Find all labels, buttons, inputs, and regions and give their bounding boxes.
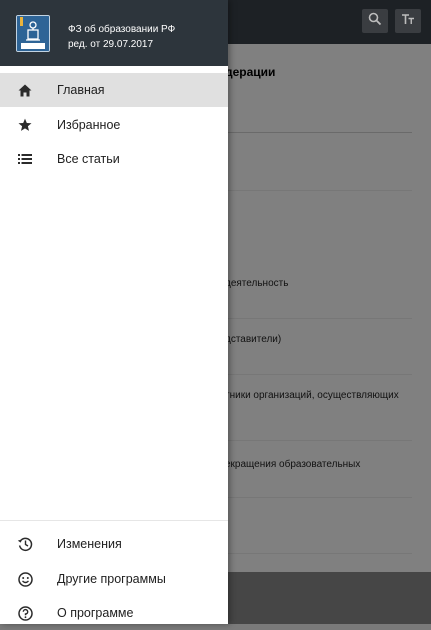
menu-item-about[interactable]: О программе (0, 596, 228, 630)
content-divider (228, 318, 412, 319)
help-icon (17, 605, 33, 621)
smiley-icon (17, 571, 33, 587)
menu-item-other-apps[interactable]: Другие программы (0, 562, 228, 596)
article-line[interactable]: деятельность (225, 278, 288, 289)
content-divider (228, 190, 412, 191)
menu-item-all-articles[interactable]: Все статьи (0, 142, 228, 176)
app-info: ФЗ об образовании РФ ред. от 29.07.2017 (68, 22, 175, 52)
content-divider (228, 132, 412, 133)
menu-label-all-articles: Все статьи (57, 152, 120, 166)
list-icon (17, 151, 33, 167)
menu-item-changes[interactable]: Изменения (0, 527, 228, 561)
menu-item-home[interactable]: Главная (0, 73, 228, 107)
search-icon (368, 12, 382, 31)
star-icon (17, 117, 33, 133)
content-divider (228, 440, 412, 441)
article-line[interactable]: тники организаций, осуществляющих (225, 390, 399, 401)
article-line[interactable]: екращения образовательных (225, 459, 360, 470)
drawer-divider (0, 520, 228, 521)
menu-label-favorites: Избранное (57, 118, 121, 132)
history-icon (17, 536, 33, 552)
content-divider (228, 497, 412, 498)
app-edition: ред. от 29.07.2017 (68, 39, 154, 50)
menu-label-other-apps: Другие программы (57, 572, 166, 586)
drawer-header: ФЗ об образовании РФ ред. от 29.07.2017 (0, 0, 228, 66)
app-title: ФЗ об образовании РФ (68, 24, 176, 35)
law-book-icon (16, 15, 50, 52)
home-icon (17, 82, 33, 98)
navigation-drawer: ФЗ об образовании РФ ред. от 29.07.2017 … (0, 0, 228, 624)
text-size-button[interactable] (395, 9, 421, 33)
article-heading: дерации (225, 65, 276, 79)
search-button[interactable] (362, 9, 388, 33)
text-size-icon (401, 12, 415, 31)
menu-label-changes: Изменения (57, 537, 122, 551)
menu-label-about: О программе (57, 606, 134, 620)
menu-item-favorites[interactable]: Избранное (0, 108, 228, 142)
menu-label-home: Главная (57, 83, 105, 97)
article-line[interactable]: дставители) (225, 334, 281, 345)
content-divider (228, 374, 412, 375)
content-divider (228, 553, 412, 554)
